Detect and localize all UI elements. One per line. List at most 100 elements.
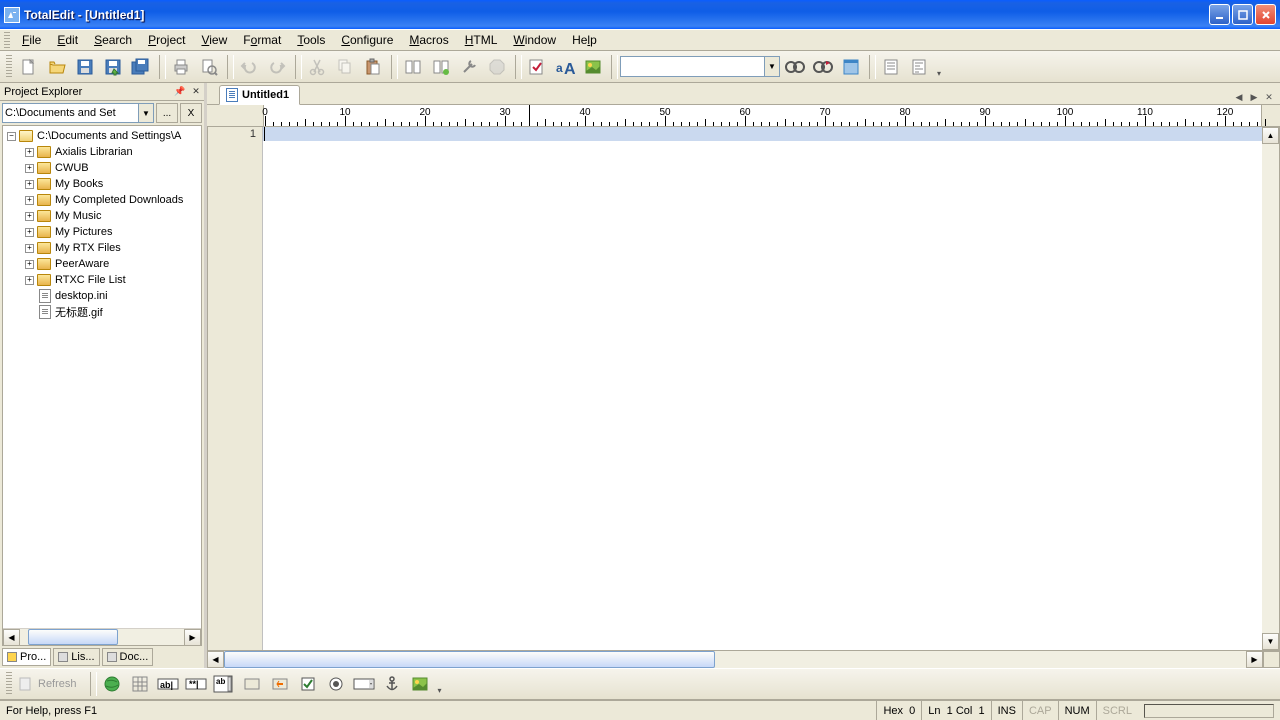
file-tree[interactable]: −C:\Documents and Settings\A+Axialis Lib… — [2, 125, 202, 646]
menu-configure[interactable]: Configure — [333, 31, 401, 49]
grid-button[interactable] — [127, 671, 153, 697]
cut-button[interactable] — [304, 54, 330, 80]
tree-folder[interactable]: +CWUB — [3, 160, 201, 176]
menu-search[interactable]: Search — [86, 31, 140, 49]
pin-icon[interactable]: 📌 — [173, 85, 187, 99]
expand-icon[interactable]: + — [25, 164, 34, 173]
next-tab-icon[interactable]: ▶ — [1247, 90, 1261, 104]
save-all-button[interactable] — [128, 54, 154, 80]
menu-window[interactable]: Window — [505, 31, 564, 49]
scroll-left-icon[interactable]: ◀ — [207, 651, 224, 668]
syntax-check-button[interactable] — [524, 54, 550, 80]
view-doc2-button[interactable] — [906, 54, 932, 80]
tree-folder[interactable]: +My RTX Files — [3, 240, 201, 256]
close-pane-icon[interactable]: ✕ — [189, 85, 203, 99]
dropdown-icon[interactable]: ▼ — [138, 104, 153, 122]
menu-file[interactable]: File — [14, 31, 49, 49]
tab-list[interactable]: Lis... — [53, 648, 99, 666]
browse-button[interactable]: ... — [156, 103, 178, 123]
expand-icon[interactable]: + — [25, 212, 34, 221]
configure-tools-button[interactable] — [456, 54, 482, 80]
tab-project[interactable]: Pro... — [2, 648, 51, 666]
menu-macros[interactable]: Macros — [401, 31, 456, 49]
stop-button[interactable] — [484, 54, 510, 80]
prev-tab-icon[interactable]: ◀ — [1232, 90, 1246, 104]
tree-folder[interactable]: +Axialis Librarian — [3, 144, 201, 160]
scroll-right-icon[interactable]: ▶ — [184, 629, 201, 646]
toolbar-grip[interactable] — [6, 55, 12, 79]
collapse-icon[interactable]: − — [7, 132, 16, 141]
file-compare-new-button[interactable] — [428, 54, 454, 80]
menu-edit[interactable]: Edit — [49, 31, 86, 49]
form-radio-button[interactable] — [323, 671, 349, 697]
toolbar-overflow-icon[interactable]: ▾ — [934, 54, 944, 80]
toolbar2-grip[interactable] — [6, 672, 12, 696]
text-format-button[interactable]: aA — [552, 54, 578, 80]
tree-folder[interactable]: +My Pictures — [3, 224, 201, 240]
minimize-button[interactable] — [1209, 4, 1230, 25]
menu-html[interactable]: HTML — [457, 31, 506, 49]
tab-document[interactable]: Doc... — [102, 648, 154, 666]
web-preview-button[interactable] — [99, 671, 125, 697]
paste-button[interactable] — [360, 54, 386, 80]
tree-file[interactable]: 无标题.gif — [3, 304, 201, 320]
fullscreen-button[interactable] — [838, 54, 864, 80]
path-combo[interactable]: C:\Documents and Set ▼ — [2, 103, 154, 123]
scroll-up-icon[interactable]: ▲ — [1262, 127, 1279, 144]
new-file-button[interactable] — [16, 54, 42, 80]
menu-format[interactable]: Format — [235, 31, 289, 49]
form-input-button[interactable]: ab| — [155, 671, 181, 697]
image-button[interactable] — [580, 54, 606, 80]
tree-folder[interactable]: +My Music — [3, 208, 201, 224]
save-as-button[interactable] — [100, 54, 126, 80]
menu-help[interactable]: Help — [564, 31, 605, 49]
tree-folder[interactable]: +My Completed Downloads — [3, 192, 201, 208]
redo-button[interactable] — [264, 54, 290, 80]
expand-icon[interactable]: + — [25, 148, 34, 157]
expand-icon[interactable]: + — [25, 228, 34, 237]
maximize-button[interactable] — [1232, 4, 1253, 25]
file-compare-button[interactable] — [400, 54, 426, 80]
undo-button[interactable] — [236, 54, 262, 80]
form-password-button[interactable]: **| — [183, 671, 209, 697]
toolbar2-overflow-icon[interactable]: ▾ — [435, 671, 445, 697]
insert-image-button[interactable] — [407, 671, 433, 697]
print-button[interactable] — [168, 54, 194, 80]
open-file-button[interactable] — [44, 54, 70, 80]
expand-icon[interactable]: + — [25, 180, 34, 189]
expand-icon[interactable]: + — [25, 196, 34, 205]
scroll-left-icon[interactable]: ◀ — [3, 629, 20, 646]
dropdown-icon[interactable]: ▼ — [764, 57, 779, 76]
print-preview-button[interactable] — [196, 54, 222, 80]
view-doc1-button[interactable] — [878, 54, 904, 80]
form-checkbox-button[interactable] — [295, 671, 321, 697]
tree-folder[interactable]: +My Books — [3, 176, 201, 192]
replace-button[interactable] — [810, 54, 836, 80]
menu-view[interactable]: View — [193, 31, 235, 49]
form-reset-button[interactable] — [267, 671, 293, 697]
copy-button[interactable] — [332, 54, 358, 80]
scroll-down-icon[interactable]: ▼ — [1262, 633, 1279, 650]
form-textarea-button[interactable]: ab — [211, 671, 237, 697]
find-in-files-button[interactable] — [782, 54, 808, 80]
editor-text[interactable] — [263, 127, 1262, 650]
editor-vscroll[interactable]: ▲ ▼ — [1262, 127, 1279, 650]
expand-icon[interactable]: + — [25, 260, 34, 269]
editor-tab-untitled1[interactable]: Untitled1 — [219, 85, 300, 105]
tree-hscroll[interactable]: ◀ ▶ — [3, 628, 201, 645]
menu-project[interactable]: Project — [140, 31, 193, 49]
path-clear-button[interactable]: X — [180, 103, 202, 123]
scroll-right-icon[interactable]: ▶ — [1246, 651, 1263, 668]
tree-folder[interactable]: +RTXC File List — [3, 272, 201, 288]
expand-icon[interactable]: + — [25, 244, 34, 253]
save-button[interactable] — [72, 54, 98, 80]
anchor-button[interactable] — [379, 671, 405, 697]
tree-root[interactable]: −C:\Documents and Settings\A — [3, 128, 201, 144]
form-button-button[interactable] — [239, 671, 265, 697]
tree-folder[interactable]: +PeerAware — [3, 256, 201, 272]
form-select-button[interactable] — [351, 671, 377, 697]
expand-icon[interactable]: + — [25, 276, 34, 285]
refresh-button[interactable]: Refresh — [14, 673, 85, 696]
editor-hscroll[interactable]: ◀ ▶ — [207, 651, 1280, 668]
toolbar-combo[interactable]: ▼ — [620, 56, 780, 77]
